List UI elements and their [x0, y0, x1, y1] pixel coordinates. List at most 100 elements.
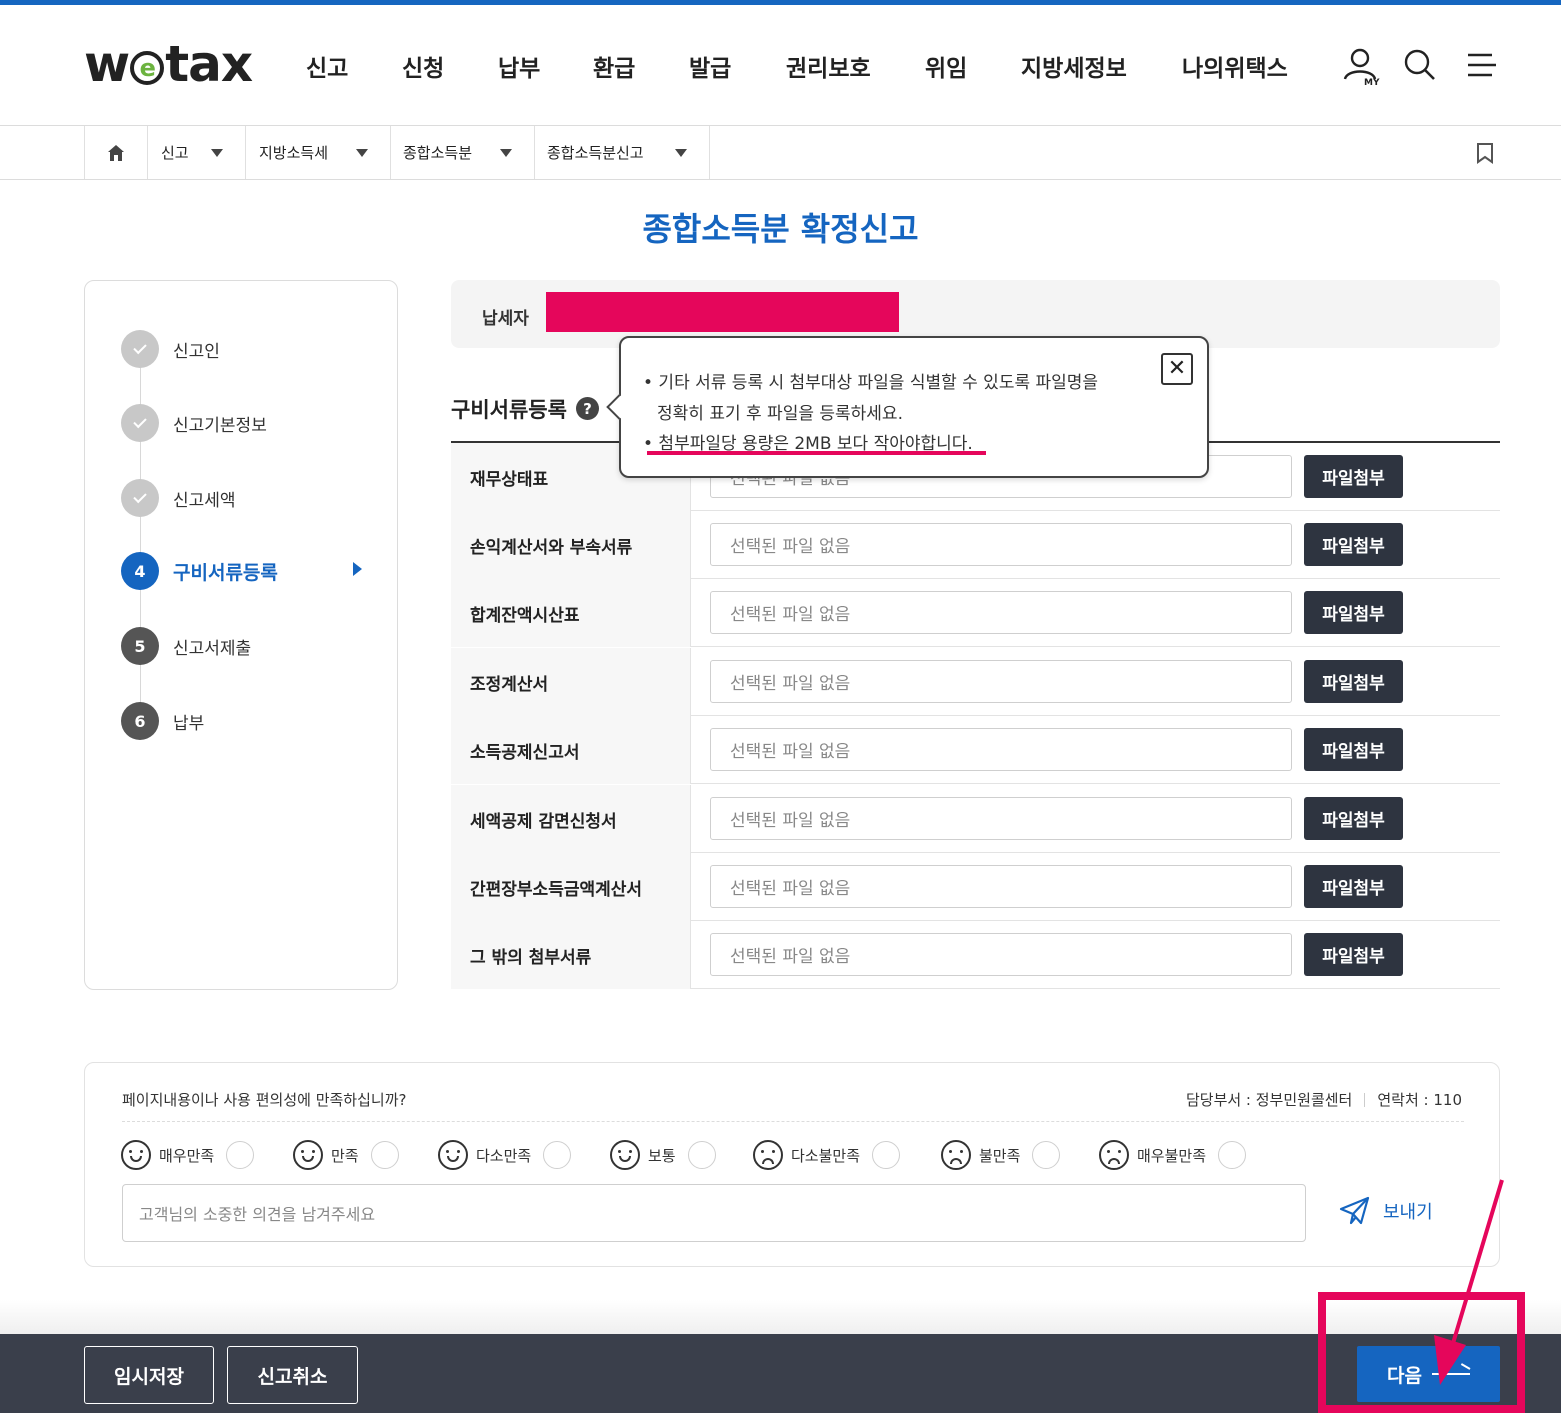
home-icon[interactable] — [84, 126, 148, 179]
chevron-down-icon — [500, 149, 512, 157]
table-row: 소득공제신고서 선택된 파일 없음 파일첨부 — [451, 716, 1500, 784]
help-tooltip: • 기타 서류 등록 시 첨부대상 파일을 식별할 수 있도록 파일명을 정확히… — [606, 336, 1209, 478]
nav-item-apply[interactable]: 신청 — [402, 49, 444, 83]
step-number: 6 — [121, 702, 159, 740]
bookmark-icon[interactable] — [1476, 142, 1494, 164]
svg-text:MY: MY — [1364, 78, 1380, 85]
nav-item-rights[interactable]: 권리보호 — [786, 49, 871, 83]
file-name-field[interactable]: 선택된 파일 없음 — [710, 591, 1292, 634]
my-user-icon[interactable]: MY — [1340, 45, 1380, 88]
step-label: 신고서제출 — [173, 638, 252, 659]
attach-file-button[interactable]: 파일첨부 — [1304, 728, 1403, 771]
document-type-label: 그 밖의 첨부서류 — [451, 921, 691, 989]
survey-question: 페이지내용이나 사용 편의성에 만족하십니까? — [122, 1091, 407, 1109]
attach-file-button[interactable]: 파일첨부 — [1304, 933, 1403, 976]
nav-item-refund[interactable]: 환급 — [593, 49, 635, 83]
file-name-field[interactable]: 선택된 파일 없음 — [710, 660, 1292, 703]
wetax-logo[interactable]: w e tax — [84, 35, 253, 93]
rating-label: 보통 — [648, 1146, 676, 1165]
breadcrumb-label: 지방소득세 — [259, 144, 329, 162]
check-icon — [121, 479, 159, 517]
file-name-field[interactable]: 선택된 파일 없음 — [710, 797, 1292, 840]
step-item-6: 6 납부 — [121, 701, 204, 741]
step-label: 신고기본정보 — [173, 415, 267, 436]
table-row: 간편장부소득금액계산서 선택된 파일 없음 파일첨부 — [451, 853, 1500, 921]
send-button[interactable]: 보내기 — [1339, 1196, 1433, 1226]
send-label: 보내기 — [1383, 1202, 1433, 1223]
temp-save-button[interactable]: 임시저장 — [84, 1346, 214, 1404]
highlight-box — [1318, 1292, 1525, 1413]
nav-item-localtax-info[interactable]: 지방세정보 — [1021, 49, 1127, 83]
logo-w: w — [84, 35, 130, 93]
file-name-field[interactable]: 선택된 파일 없음 — [710, 865, 1292, 908]
current-step-arrow-icon — [353, 562, 362, 576]
divider — [122, 1121, 1464, 1122]
step-label: 구비서류등록 — [173, 561, 278, 584]
attach-file-button[interactable]: 파일첨부 — [1304, 865, 1403, 908]
attach-file-button[interactable]: 파일첨부 — [1304, 523, 1403, 566]
highlight-underline — [647, 451, 986, 455]
rating-label: 다소만족 — [476, 1146, 532, 1165]
file-name-field[interactable]: 선택된 파일 없음 — [710, 523, 1292, 566]
nav-item-delegate[interactable]: 위임 — [925, 49, 967, 83]
breadcrumb-item-comprehensive-income-report[interactable]: 종합소득분신고 — [535, 126, 710, 179]
chevron-down-icon — [211, 149, 223, 157]
divider — [1364, 1092, 1366, 1107]
step-item-4-current: 4 구비서류등록 — [121, 551, 278, 591]
rating-option-somewhat-dissatisfied[interactable]: 다소불만족 — [753, 1139, 901, 1171]
rating-radio[interactable] — [1218, 1141, 1247, 1169]
help-icon[interactable]: ? — [576, 397, 599, 420]
tooltip-text-line: • 기타 서류 등록 시 첨부대상 파일을 식별할 수 있도록 파일명을 — [643, 373, 1099, 393]
survey-contact: 담당부서 : 정부민원콜센터 연락처 : 110 — [1186, 1089, 1462, 1110]
step-navigator: 신고인 신고기본정보 신고세액 4 구비서류등록 5 신고서제출 6 납부 — [84, 280, 398, 990]
survey-department: 담당부서 : 정부민원콜센터 — [1185, 1091, 1353, 1109]
rating-label: 불만족 — [979, 1146, 1021, 1165]
rating-label: 만족 — [331, 1146, 359, 1165]
nav-item-my-wetax[interactable]: 나의위택스 — [1182, 49, 1288, 83]
rating-label: 매우만족 — [159, 1146, 215, 1165]
rating-radio[interactable] — [370, 1141, 399, 1169]
breadcrumb-label: 종합소득분신고 — [547, 144, 644, 162]
rating-option-very-dissatisfied[interactable]: 매우불만족 — [1099, 1139, 1247, 1171]
rating-radio[interactable] — [1032, 1141, 1061, 1169]
rating-option-very-satisfied[interactable]: 매우만족 — [121, 1139, 255, 1171]
attach-file-button[interactable]: 파일첨부 — [1304, 455, 1403, 498]
attach-file-button[interactable]: 파일첨부 — [1304, 660, 1403, 703]
file-name-field[interactable]: 선택된 파일 없음 — [710, 933, 1292, 976]
search-icon[interactable] — [1400, 45, 1440, 85]
cancel-report-button[interactable]: 신고취소 — [227, 1346, 358, 1404]
rating-option-somewhat-satisfied[interactable]: 다소만족 — [438, 1139, 572, 1171]
breadcrumb-label: 신고 — [161, 144, 189, 162]
nav-item-pay[interactable]: 납부 — [498, 49, 540, 83]
rating-option-dissatisfied[interactable]: 불만족 — [941, 1139, 1061, 1171]
rating-radio[interactable] — [687, 1141, 716, 1169]
page-title: 종합소득분 확정신고 — [642, 210, 919, 248]
sad-face-icon — [941, 1140, 971, 1170]
breadcrumb-item-local-income-tax[interactable]: 지방소득세 — [246, 126, 391, 179]
nav-item-issue[interactable]: 발급 — [689, 49, 731, 83]
breadcrumb-item-report[interactable]: 신고 — [148, 126, 246, 179]
rating-option-neutral[interactable]: 보통 — [610, 1139, 716, 1171]
file-name-field[interactable]: 선택된 파일 없음 — [710, 728, 1292, 771]
rating-radio[interactable] — [226, 1141, 255, 1169]
step-label: 신고인 — [173, 341, 220, 362]
breadcrumb-label: 종합소득분 — [403, 144, 473, 162]
rating-radio[interactable] — [872, 1141, 901, 1169]
document-type-label: 조정계산서 — [451, 648, 691, 716]
smile-face-icon — [438, 1140, 468, 1170]
step-item-2: 신고기본정보 — [121, 403, 267, 443]
opinion-input[interactable]: 고객님의 소중한 의견을 남겨주세요 — [122, 1184, 1306, 1242]
step-item-3: 신고세액 — [121, 478, 236, 518]
rating-option-satisfied[interactable]: 만족 — [293, 1139, 399, 1171]
chevron-down-icon — [675, 149, 687, 157]
logo-e: e — [130, 51, 165, 85]
nav-item-report[interactable]: 신고 — [306, 49, 348, 83]
breadcrumb-item-comprehensive-income[interactable]: 종합소득분 — [391, 126, 535, 179]
attach-file-button[interactable]: 파일첨부 — [1304, 591, 1403, 634]
menu-icon[interactable] — [1462, 45, 1502, 85]
attach-file-button[interactable]: 파일첨부 — [1304, 797, 1403, 840]
paper-plane-icon — [1339, 1196, 1370, 1225]
table-row: 세액공제 감면신청서 선택된 파일 없음 파일첨부 — [451, 785, 1500, 853]
close-icon[interactable]: ✕ — [1161, 353, 1193, 385]
rating-radio[interactable] — [543, 1141, 572, 1169]
